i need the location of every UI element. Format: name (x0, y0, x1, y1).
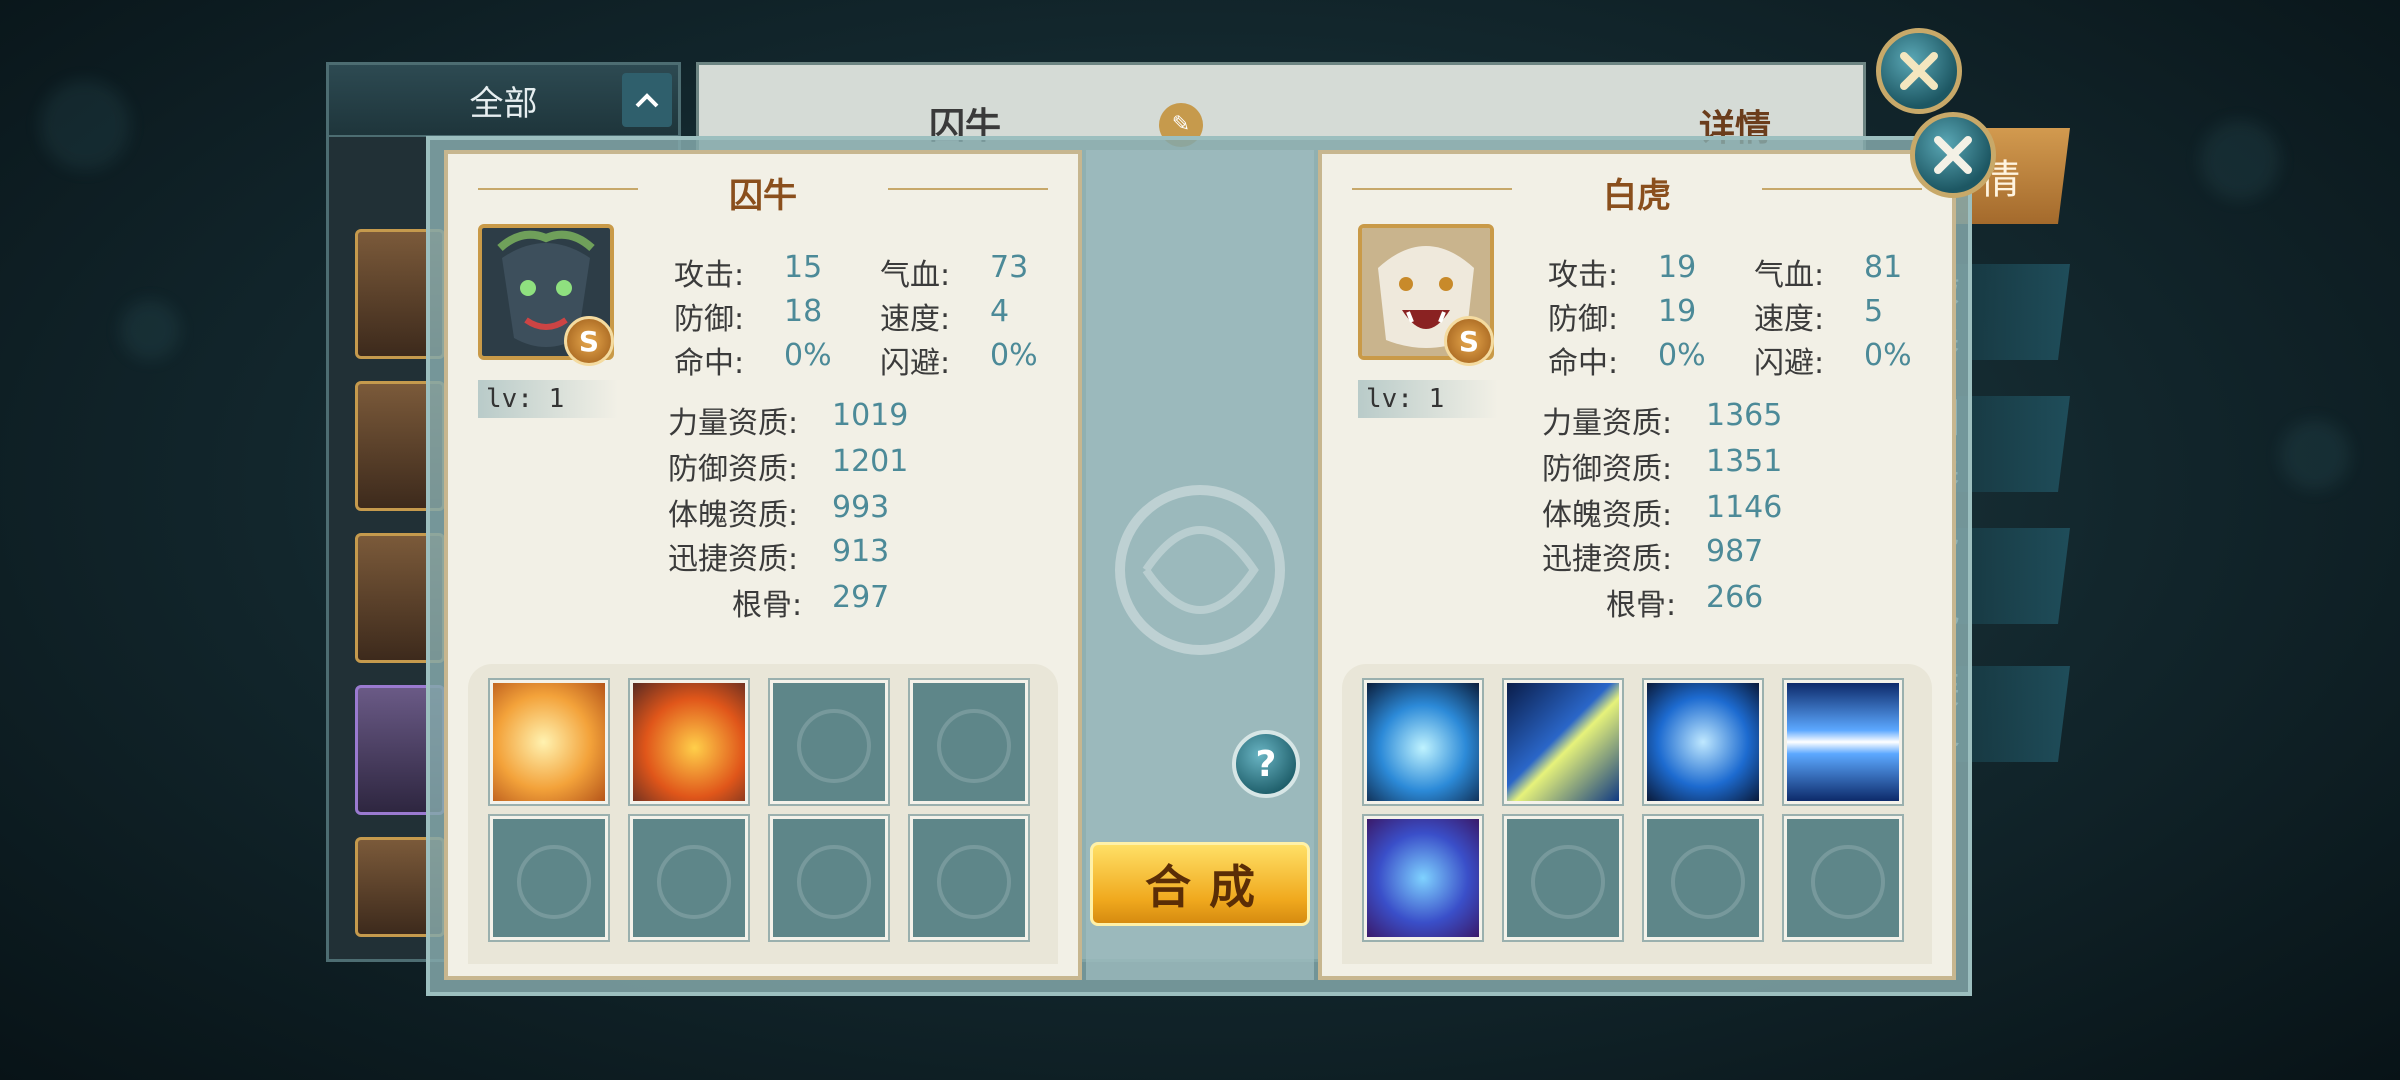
crossed-swords-skill-icon[interactable] (1644, 680, 1762, 804)
aptitude-value: 297 (832, 580, 890, 615)
grade-badge: S (564, 316, 614, 366)
close-icon[interactable] (1876, 28, 1962, 114)
aptitude-value: 1146 (1706, 490, 1783, 525)
stat-label: 闪避: (1754, 346, 1825, 381)
aptitude-value: 1351 (1706, 444, 1783, 479)
stat-value: 19 (1658, 250, 1697, 285)
empty-skill-slot[interactable] (1784, 816, 1902, 940)
aptitude-label: 力量资质: (1542, 406, 1673, 441)
aptitude-label: 迅捷资质: (1542, 542, 1673, 577)
empty-skill-slot[interactable] (490, 816, 608, 940)
aptitude-value: 987 (1706, 534, 1764, 569)
stat-label: 命中: (1548, 346, 1619, 381)
pet-list-filter[interactable]: 全部 (329, 65, 678, 137)
stat-label: 气血: (1754, 258, 1825, 293)
stat-value: 19 (1658, 294, 1697, 329)
empty-skill-slot[interactable] (1644, 816, 1762, 940)
stat-value: 81 (1864, 250, 1903, 285)
aptitude-label: 体魄资质: (1542, 498, 1673, 533)
stat-label: 命中: (674, 346, 745, 381)
aptitude-value: 1365 (1706, 398, 1783, 433)
stat-value: 0% (1864, 338, 1912, 373)
background-light (120, 300, 180, 360)
flame-shield-skill-icon[interactable] (630, 680, 748, 804)
stat-label: 气血: (880, 258, 951, 293)
empty-skill-slot[interactable] (770, 816, 888, 940)
stat-label: 防御: (1548, 302, 1619, 337)
left-pet-panel: 囚牛 S lv: 1 攻击: 15 气血: 73 防御: 18 速度: 4 命中… (444, 150, 1082, 980)
empty-skill-slot[interactable] (910, 680, 1028, 804)
empty-skill-slot[interactable] (1504, 816, 1622, 940)
pet-level: lv: 1 (1358, 380, 1498, 418)
aptitude-value: 993 (832, 490, 890, 525)
stat-label: 攻击: (1548, 258, 1619, 293)
lion-fire-skill-icon[interactable] (490, 680, 608, 804)
skill-grid (1342, 664, 1932, 964)
empty-skill-slot[interactable] (630, 816, 748, 940)
aptitude-label: 力量资质: (668, 406, 799, 441)
aptitude-label: 体魄资质: (668, 498, 799, 533)
stat-value: 5 (1864, 294, 1884, 329)
background-light (2280, 420, 2350, 490)
empty-skill-slot[interactable] (910, 816, 1028, 940)
shield-skill-icon[interactable] (1364, 816, 1482, 940)
pet-name: 囚牛 (729, 176, 797, 216)
chevron-up-icon[interactable] (622, 73, 672, 127)
aptitude-value: 1201 (832, 444, 909, 479)
empty-skill-slot[interactable] (770, 680, 888, 804)
stat-label: 速度: (880, 302, 951, 337)
skill-grid (468, 664, 1058, 964)
stat-label: 防御: (674, 302, 745, 337)
aptitude-value: 913 (832, 534, 890, 569)
stat-value: 0% (990, 338, 1038, 373)
stat-label: 闪避: (880, 346, 951, 381)
background-light (40, 80, 130, 170)
stat-value: 18 (784, 294, 823, 329)
stat-value: 73 (990, 250, 1029, 285)
blue-heart-skill-icon[interactable] (1364, 680, 1482, 804)
help-icon[interactable]: ? (1232, 730, 1300, 798)
stat-value: 15 (784, 250, 823, 285)
right-pet-panel: 白虎 S lv: 1 攻击: 19 气血: 81 防御: 19 速度: 5 命中… (1318, 150, 1956, 980)
aptitude-label: 防御资质: (668, 452, 799, 487)
grade-badge: S (1444, 316, 1494, 366)
pet-name: 白虎 (1603, 176, 1671, 216)
stat-label: 速度: (1754, 302, 1825, 337)
stat-label: 攻击: (674, 258, 745, 293)
pet-list-filter-label: 全部 (469, 83, 538, 124)
aptitude-label: 防御资质: (1542, 452, 1673, 487)
close-icon[interactable] (1910, 112, 1996, 198)
aptitude-label: 根骨: (732, 588, 803, 623)
speed-lines-skill-icon[interactable] (1784, 680, 1902, 804)
aptitude-value: 1019 (832, 398, 909, 433)
stat-value: 0% (784, 338, 832, 373)
lightning-strike-skill-icon[interactable] (1504, 680, 1622, 804)
merge-button[interactable]: 合成 (1090, 842, 1310, 926)
aptitude-value: 266 (1706, 580, 1764, 615)
aptitude-label: 根骨: (1606, 588, 1677, 623)
stat-value: 4 (990, 294, 1010, 329)
pet-level: lv: 1 (478, 380, 618, 418)
background-light (2200, 120, 2280, 200)
aptitude-label: 迅捷资质: (668, 542, 799, 577)
stat-value: 0% (1658, 338, 1706, 373)
